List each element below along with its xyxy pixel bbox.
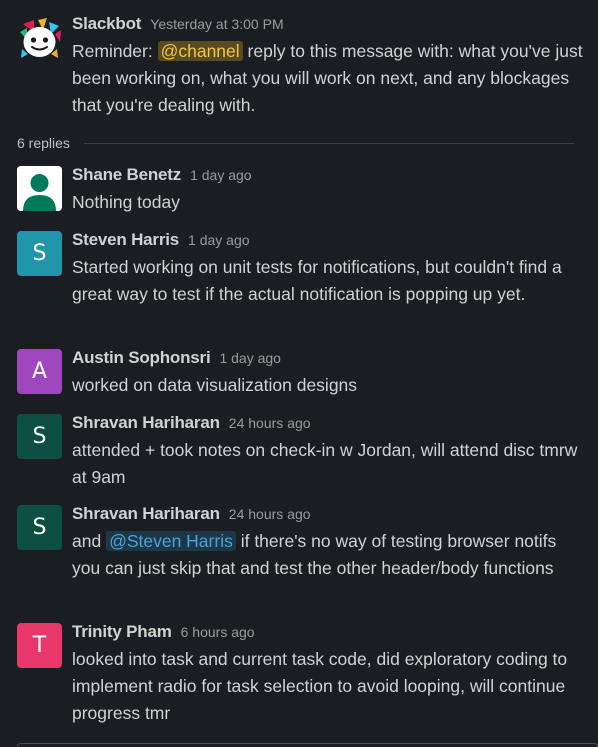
thread-view: Slackbot Yesterday at 3:00 PM Reminder: … [0,0,598,747]
message-text: and @Steven Harris if there's no way of … [72,528,586,582]
message-text: Nothing today [72,192,180,212]
user-mention[interactable]: @Steven Harris [106,531,236,551]
author-name[interactable]: Austin Sophonsri [72,348,211,368]
avatar-initial: T [32,633,47,658]
message-text: looked into task and current task code, … [72,649,568,723]
message-text: Started working on unit tests for notifi… [72,257,562,304]
avatar[interactable]: S [17,414,62,459]
message-header: Slackbot Yesterday at 3:00 PM [72,14,586,36]
author-name[interactable]: Shravan Hariharan [72,413,220,433]
message-text-part: and [72,531,107,551]
replies-count: 6 replies [17,135,70,151]
author-name[interactable]: Shane Benetz [72,165,181,185]
message-header: Steven Harris 1 day ago [72,230,586,252]
timestamp[interactable]: 1 day ago [219,350,281,366]
avatar-initial: S [32,241,47,266]
timestamp[interactable]: 1 day ago [190,167,252,183]
avatar[interactable]: T [17,623,62,668]
message-header: Shravan Hariharan 24 hours ago [72,504,586,526]
divider-line [83,142,574,144]
avatar-initial: S [32,424,47,449]
avatar[interactable]: S [17,505,62,550]
message-text: attended + took notes on check-in w Jord… [72,440,578,487]
avatar[interactable]: S [17,231,62,276]
avatar-initial: S [32,515,47,540]
avatar[interactable] [17,166,62,211]
default-user-icon [17,166,62,211]
author-name[interactable]: Trinity Pham [72,622,172,642]
timestamp[interactable]: 24 hours ago [229,506,311,522]
timestamp[interactable]: 1 day ago [188,232,250,248]
avatar-initial: A [31,359,48,384]
message-text: Reminder: @channel reply to this message… [72,38,586,119]
message-header: Austin Sophonsri 1 day ago [72,348,586,370]
message-composer-edge[interactable] [17,743,598,747]
author-name[interactable]: Shravan Hariharan [72,504,220,524]
author-name[interactable]: Steven Harris [72,230,179,250]
slackbot-icon [20,18,61,58]
timestamp[interactable]: Yesterday at 3:00 PM [150,16,283,32]
message-text-part: Reminder: [72,41,158,61]
message-header: Shane Benetz 1 day ago [72,165,586,187]
avatar[interactable]: A [17,349,62,394]
message-header: Trinity Pham 6 hours ago [72,622,586,644]
author-name[interactable]: Slackbot [72,14,141,34]
message-header: Shravan Hariharan 24 hours ago [72,413,586,435]
slackbot-avatar[interactable] [17,16,62,61]
message-text: worked on data visualization designs [72,375,358,395]
replies-divider: 6 replies [17,134,574,152]
timestamp[interactable]: 24 hours ago [229,415,311,431]
timestamp[interactable]: 6 hours ago [181,624,255,640]
channel-mention[interactable]: @channel [157,41,243,61]
